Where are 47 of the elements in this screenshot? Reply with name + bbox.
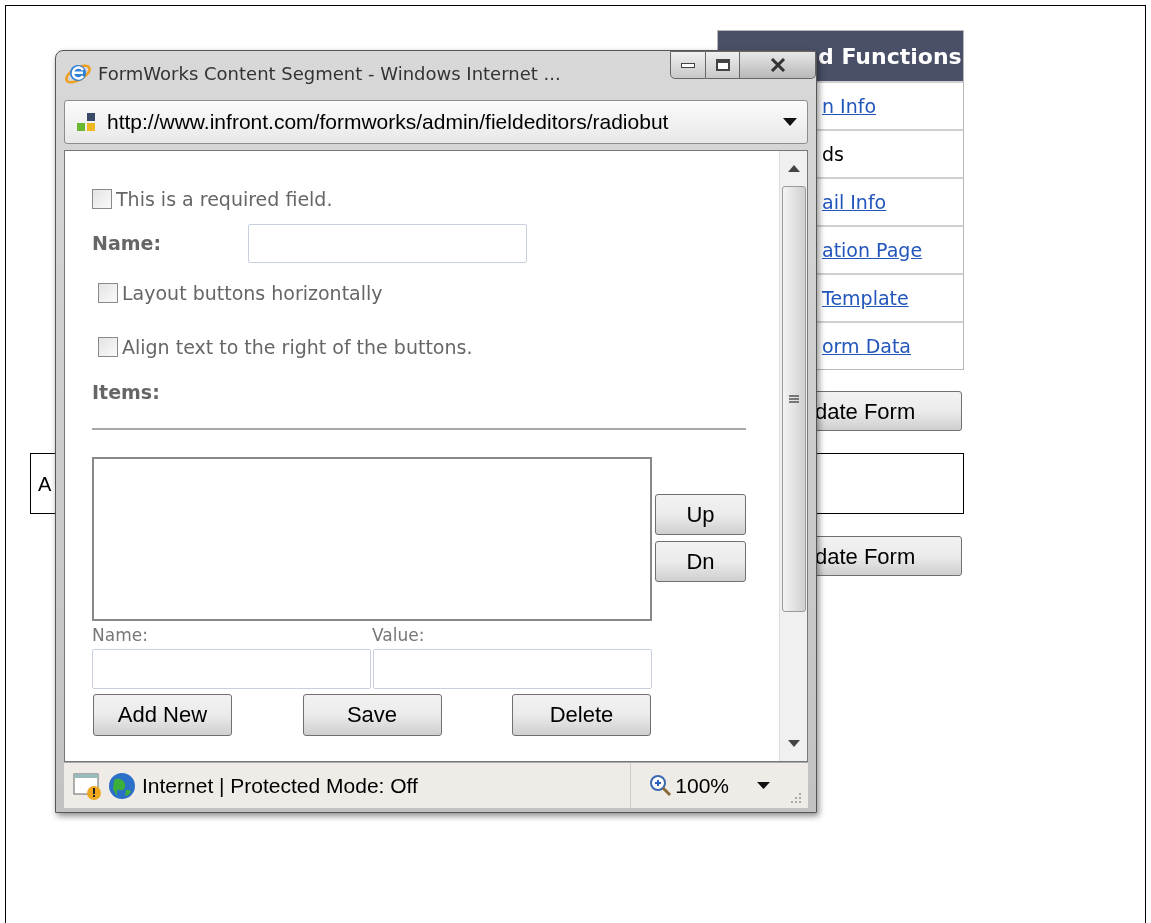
checkbox-label: This is a required field. [116,187,333,212]
status-text: Internet | Protected Mode: Off [142,772,418,799]
panel-link[interactable]: Template [822,283,909,313]
item-value-label: Value: [372,624,425,647]
maximize-button[interactable] [706,51,740,79]
scroll-down-icon[interactable] [787,740,800,747]
action-button[interactable]: Save [302,693,442,736]
checkbox[interactable] [98,282,118,303]
panel-link[interactable]: ail Info [822,187,887,217]
checkbox[interactable] [92,189,112,210]
name-input[interactable] [248,223,527,263]
down-button[interactable]: Dn [655,541,746,582]
checkbox[interactable] [98,337,118,358]
dropdown-caret-icon[interactable] [783,118,797,126]
panel-link[interactable]: ation Page [822,235,923,265]
scrollbar[interactable] [779,151,807,761]
zoom-caret-icon[interactable] [757,782,770,789]
close-button[interactable] [740,51,816,79]
zoom-icon[interactable] [649,773,674,798]
zoom-level[interactable]: 100% [675,769,729,802]
checkbox-label: Layout buttons horizontally [122,280,383,306]
scroll-thumb[interactable] [781,186,806,612]
page-icon [75,111,97,133]
resize-grip-icon[interactable] [790,792,802,804]
item-name-label: Name: [92,624,149,647]
scroll-up-icon[interactable] [787,165,800,172]
panel-title: d Functions [818,42,962,71]
address-text: http://www.infront.com/formworks/admin/fieldeditors/radiobut [107,109,669,136]
box-text: A [38,471,52,497]
item-value-input[interactable] [373,648,652,689]
popup-warning-icon[interactable] [72,770,102,801]
items-listbox[interactable] [92,457,652,621]
up-button[interactable]: Up [655,494,746,535]
address-bar[interactable]: http://www.infront.com/formworks/admin/fieldeditors/radiobut [64,100,808,144]
globe-icon [108,771,136,800]
panel-text: ds [822,141,844,167]
panel-link[interactable]: n Info [822,91,877,121]
close-icon [769,58,786,72]
item-name-input[interactable] [92,648,371,689]
name-label: Name: [92,230,162,256]
action-button[interactable]: Add New [93,693,232,736]
action-button[interactable]: Delete [512,693,651,736]
checkbox-label: Align text to the right of the buttons. [122,335,473,360]
items-label: Items: [92,379,161,405]
panel-link[interactable]: orm Data [822,331,912,361]
window-title: FormWorks Content Segment - Windows Internet ... [98,61,561,86]
minimize-button[interactable] [670,51,706,79]
